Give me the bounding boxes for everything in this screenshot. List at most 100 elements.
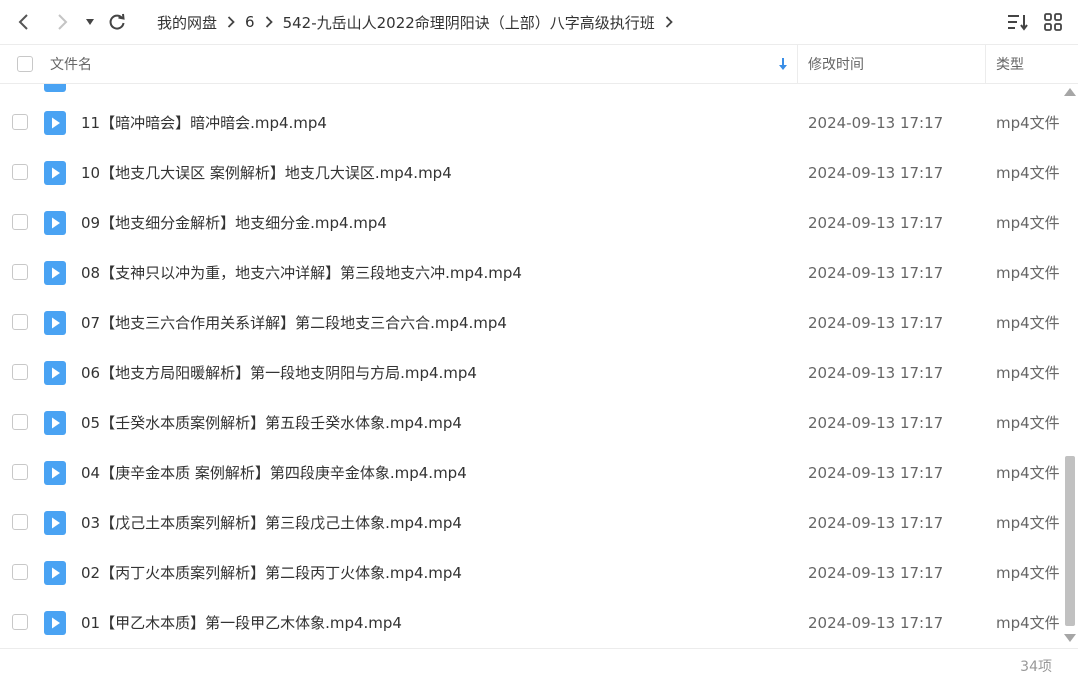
- file-row[interactable]: 03【戊己土本质案列解析】第三段戊己土体象.mp4.mp4 2024-09-13 …: [0, 498, 1062, 548]
- back-button[interactable]: [10, 8, 38, 36]
- column-header: 文件名 修改时间 类型: [0, 44, 1078, 84]
- back-arrow-icon: [18, 14, 28, 30]
- file-name[interactable]: 02【丙丁火本质案列解析】第二段丙丁火体象.mp4.mp4: [81, 548, 462, 598]
- file-type: mp4文件: [996, 514, 1060, 532]
- file-row[interactable]: 11【暗冲暗会】暗冲暗会.mp4.mp4 2024-09-13 17:17 mp4文…: [0, 98, 1062, 148]
- file-row[interactable]: 10【地支几大误区 案例解析】地支几大误区.mp4.mp4 2024-09-13 …: [0, 148, 1062, 198]
- file-name[interactable]: 04【庚辛金本质 案例解析】第四段庚辛金体象.mp4.mp4: [81, 448, 467, 498]
- file-type: mp4文件: [996, 414, 1060, 432]
- file-type: mp4文件: [996, 614, 1060, 632]
- file-modified-time: 2024-09-13 17:17: [808, 114, 944, 132]
- sort-button[interactable]: [1006, 10, 1030, 34]
- column-time-header[interactable]: 修改时间: [808, 45, 864, 83]
- grid-view-icon: [1044, 13, 1062, 31]
- item-count: 34项: [1020, 659, 1052, 675]
- row-checkbox[interactable]: [12, 164, 28, 180]
- column-type-header[interactable]: 类型: [996, 45, 1024, 83]
- scroll-down-arrow[interactable]: [1064, 634, 1076, 642]
- file-name[interactable]: 07【地支三六合作用关系详解】第二段地支三合六合.mp4.mp4: [81, 298, 507, 348]
- row-checkbox[interactable]: [12, 264, 28, 280]
- file-modified-time: 2024-09-13 17:17: [808, 514, 944, 532]
- file-modified-time: 2024-09-13 17:17: [808, 164, 944, 182]
- grid-view-button[interactable]: [1041, 10, 1065, 34]
- row-checkbox[interactable]: [12, 514, 28, 530]
- file-type: mp4文件: [996, 164, 1060, 182]
- file-modified-time: 2024-09-13 17:17: [808, 464, 944, 482]
- breadcrumb: 我的网盘 6 542-九岳山人2022命理阴阳诀（上部）八字高级执行班: [157, 0, 683, 44]
- video-file-icon: [44, 361, 66, 385]
- file-name[interactable]: 10【地支几大误区 案例解析】地支几大误区.mp4.mp4: [81, 148, 452, 198]
- video-file-icon: [44, 561, 66, 585]
- forward-button[interactable]: [48, 8, 76, 36]
- column-divider[interactable]: [797, 45, 798, 83]
- file-list: 11【暗冲暗会】暗冲暗会.mp4.mp4 2024-09-13 17:17 mp4文…: [0, 84, 1062, 648]
- file-row[interactable]: 02【丙丁火本质案列解析】第二段丙丁火体象.mp4.mp4 2024-09-13 …: [0, 548, 1062, 598]
- file-modified-time: 2024-09-13 17:17: [808, 564, 944, 582]
- file-name[interactable]: 06【地支方局阳暖解析】第一段地支阴阳与方局.mp4.mp4: [81, 348, 477, 398]
- chevron-right-icon[interactable]: [665, 16, 673, 28]
- video-file-icon: [44, 261, 66, 285]
- file-row[interactable]: 09【地支细分金解析】地支细分金.mp4.mp4 2024-09-13 17:17…: [0, 198, 1062, 248]
- sort-icon: [1008, 15, 1028, 31]
- video-file-icon: [44, 211, 66, 235]
- file-modified-time: 2024-09-13 17:17: [808, 414, 944, 432]
- video-file-icon: [44, 161, 66, 185]
- video-file-icon: [44, 511, 66, 535]
- video-file-icon: [44, 311, 66, 335]
- scroll-thumb[interactable]: [1065, 456, 1075, 626]
- file-modified-time: 2024-09-13 17:17: [808, 364, 944, 382]
- file-name[interactable]: 08【支神只以冲为重，地支六冲详解】第三段地支六冲.mp4.mp4: [81, 248, 522, 298]
- column-name-header[interactable]: 文件名: [50, 45, 92, 83]
- file-type: mp4文件: [996, 264, 1060, 282]
- file-type: mp4文件: [996, 214, 1060, 232]
- chevron-right-icon: [265, 16, 273, 28]
- dropdown-icon: [86, 19, 94, 25]
- breadcrumb-item-current[interactable]: 542-九岳山人2022命理阴阳诀（上部）八字高级执行班: [283, 12, 655, 33]
- file-type: mp4文件: [996, 464, 1060, 482]
- video-file-icon: [44, 411, 66, 435]
- breadcrumb-item-folder[interactable]: 6: [245, 13, 255, 31]
- file-row[interactable]: 06【地支方局阳暖解析】第一段地支阴阳与方局.mp4.mp4 2024-09-13…: [0, 348, 1062, 398]
- file-name[interactable]: 01【甲乙木本质】第一段甲乙木体象.mp4.mp4: [81, 598, 402, 648]
- chevron-right-icon: [227, 16, 235, 28]
- column-divider[interactable]: [985, 45, 986, 83]
- file-name[interactable]: 03【戊己土本质案列解析】第三段戊己土体象.mp4.mp4: [81, 498, 462, 548]
- row-checkbox[interactable]: [12, 614, 28, 630]
- video-file-icon: [44, 111, 66, 135]
- refresh-button[interactable]: [103, 8, 131, 36]
- file-modified-time: 2024-09-13 17:17: [808, 214, 944, 232]
- file-row[interactable]: 05【壬癸水本质案例解析】第五段壬癸水体象.mp4.mp4 2024-09-13 …: [0, 398, 1062, 448]
- video-file-icon: [44, 461, 66, 485]
- row-checkbox[interactable]: [12, 464, 28, 480]
- status-bar: 34项: [0, 648, 1078, 685]
- sort-down-arrow-icon: [779, 58, 787, 70]
- file-modified-time: 2024-09-13 17:17: [808, 314, 944, 332]
- file-name[interactable]: 11【暗冲暗会】暗冲暗会.mp4.mp4: [81, 98, 327, 148]
- file-modified-time: 2024-09-13 17:17: [808, 264, 944, 282]
- vertical-scrollbar[interactable]: [1062, 84, 1078, 648]
- toolbar: 我的网盘 6 542-九岳山人2022命理阴阳诀（上部）八字高级执行班: [0, 0, 1078, 44]
- file-type: mp4文件: [996, 314, 1060, 332]
- row-checkbox[interactable]: [12, 314, 28, 330]
- file-row[interactable]: 08【支神只以冲为重，地支六冲详解】第三段地支六冲.mp4.mp4 2024-09…: [0, 248, 1062, 298]
- refresh-icon: [109, 13, 125, 30]
- select-all-checkbox[interactable]: [17, 45, 33, 83]
- file-name[interactable]: 05【壬癸水本质案例解析】第五段壬癸水体象.mp4.mp4: [81, 398, 462, 448]
- file-type: mp4文件: [996, 364, 1060, 382]
- forward-arrow-icon: [58, 14, 68, 30]
- row-checkbox[interactable]: [12, 364, 28, 380]
- history-dropdown-button[interactable]: [78, 8, 102, 36]
- file-row[interactable]: 01【甲乙木本质】第一段甲乙木体象.mp4.mp4 2024-09-13 17:1…: [0, 598, 1062, 648]
- video-file-icon: [44, 611, 66, 635]
- file-name[interactable]: 09【地支细分金解析】地支细分金.mp4.mp4: [81, 198, 387, 248]
- file-row[interactable]: 07【地支三六合作用关系详解】第二段地支三合六合.mp4.mp4 2024-09-…: [0, 298, 1062, 348]
- row-checkbox[interactable]: [12, 114, 28, 130]
- row-checkbox[interactable]: [12, 414, 28, 430]
- file-type: mp4文件: [996, 114, 1060, 132]
- scroll-up-arrow[interactable]: [1064, 88, 1076, 96]
- row-checkbox[interactable]: [12, 564, 28, 580]
- file-row[interactable]: 04【庚辛金本质 案例解析】第四段庚辛金体象.mp4.mp4 2024-09-13…: [0, 448, 1062, 498]
- row-checkbox[interactable]: [12, 214, 28, 230]
- sort-direction-icon[interactable]: [778, 45, 788, 83]
- breadcrumb-item-root[interactable]: 我的网盘: [157, 12, 217, 33]
